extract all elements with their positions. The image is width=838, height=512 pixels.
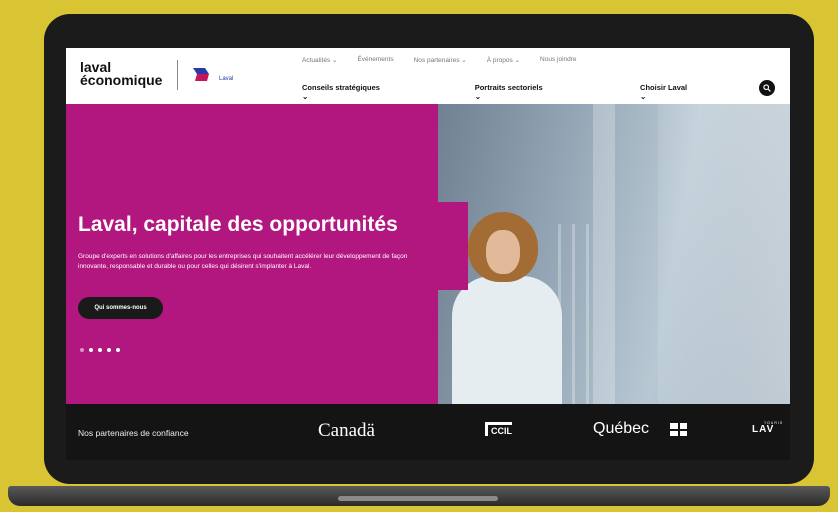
- quebec-logo[interactable]: Québec: [593, 420, 649, 438]
- laval-city-logo[interactable]: Laval: [193, 66, 241, 84]
- carousel-dot[interactable]: [98, 348, 102, 352]
- main-nav: Conseils stratégiques ⌄ Portraits sector…: [302, 83, 790, 101]
- canada-logo[interactable]: Canadä: [318, 420, 375, 442]
- website-screen: laval économique Laval Actualités ⌄ Évén…: [66, 48, 790, 460]
- logo-divider: [177, 60, 178, 90]
- partners-label: Nos partenaires de confiance: [78, 428, 189, 438]
- carousel-dot[interactable]: [107, 348, 111, 352]
- laval-mark-text: Laval: [219, 76, 233, 82]
- top-nav: Actualités ⌄ Événements Nos partenaires …: [302, 56, 577, 64]
- glass-stripe: [586, 224, 589, 404]
- topnav-a-propos[interactable]: À propos ⌄: [487, 56, 520, 64]
- chevron-down-icon: ⌄: [474, 92, 482, 101]
- mainnav-conseils[interactable]: Conseils stratégiques ⌄: [302, 83, 431, 101]
- person-face: [486, 230, 520, 274]
- glass-stripe: [572, 224, 575, 404]
- quebec-flag-icon: [670, 423, 687, 436]
- carousel-dot[interactable]: [80, 348, 84, 352]
- mainnav-choisir-laval[interactable]: Choisir Laval ⌄: [640, 83, 746, 101]
- carousel-dot[interactable]: [89, 348, 93, 352]
- laval-economique-logo[interactable]: laval économique: [80, 60, 163, 88]
- logo-line2: économique: [80, 72, 163, 88]
- laptop-notch: [338, 496, 498, 501]
- chevron-down-icon: ⌄: [640, 92, 647, 101]
- mainnav-portraits[interactable]: Portraits sectoriels ⌄: [475, 83, 596, 101]
- qui-sommes-nous-button[interactable]: Qui sommes-nous: [78, 297, 163, 319]
- hero-title: Laval, capitale des opportunités: [78, 213, 398, 236]
- topnav-partenaires[interactable]: Nos partenaires ⌄: [414, 56, 467, 64]
- ccil-logo[interactable]: CCIL: [485, 422, 512, 436]
- search-button[interactable]: [759, 80, 775, 96]
- hero-panel-tab: [438, 202, 468, 290]
- tourisme-lav-text: LAV: [752, 424, 775, 435]
- tourisme-laval-logo[interactable]: TOURIS LAV: [752, 421, 790, 441]
- topnav-nous-joindre[interactable]: Nous joindre: [540, 56, 577, 64]
- site-header: laval économique Laval Actualités ⌄ Évén…: [66, 48, 790, 104]
- carousel-dot[interactable]: [116, 348, 120, 352]
- person-body: [452, 276, 562, 404]
- window-light: [658, 104, 790, 404]
- hero-photo: [438, 104, 790, 404]
- topnav-actualites[interactable]: Actualités ⌄: [302, 56, 337, 64]
- chevron-down-icon: ⌄: [302, 92, 309, 101]
- topnav-evenements[interactable]: Événements: [357, 56, 393, 64]
- carousel-dots: [80, 348, 120, 352]
- glass-pillar: [593, 104, 615, 404]
- search-icon: [763, 84, 771, 92]
- hero-description: Groupe d'experts en solutions d'affaires…: [78, 253, 408, 270]
